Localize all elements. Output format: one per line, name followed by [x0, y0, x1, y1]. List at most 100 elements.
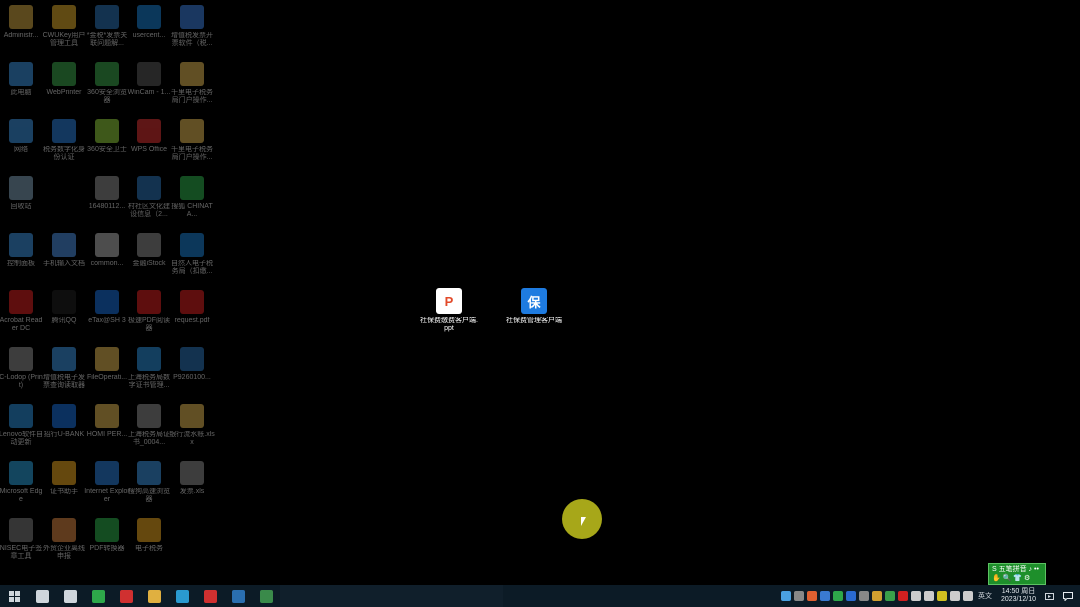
- clock[interactable]: 14:50 周日 2023/12/10: [1001, 588, 1036, 604]
- desktop-icon[interactable]: 证书助手: [43, 461, 85, 496]
- desktop-icon[interactable]: PDF转换器: [86, 518, 128, 553]
- desktop-icon[interactable]: 发票.xls: [171, 461, 213, 496]
- desktop-icon[interactable]: WinCam - 1...: [128, 62, 170, 97]
- desktop-app-icon: [95, 176, 119, 200]
- desktop-icon[interactable]: 增值税发票开票软件（税...: [171, 5, 213, 48]
- desktop-icon[interactable]: [43, 176, 85, 203]
- desktop-icon[interactable]: 搜狗高速浏览器: [128, 461, 170, 504]
- tray-app-icon[interactable]: [807, 591, 818, 601]
- desktop-icon[interactable]: request.pdf: [171, 290, 213, 325]
- desktop-icon[interactable]: Administr...: [0, 5, 42, 40]
- desktop-icon[interactable]: Microsoft Edge: [0, 461, 42, 504]
- wechat-tray-icon[interactable]: [833, 591, 844, 601]
- desktop-icon[interactable]: 16480112...: [86, 176, 128, 211]
- desktop-icon[interactable]: WPS Office: [128, 119, 170, 154]
- wechat-icon[interactable]: [84, 585, 112, 607]
- desktop-icon[interactable]: 电子税务: [128, 518, 170, 553]
- desktop-icon[interactable]: P9260100...: [171, 347, 213, 382]
- tray-app-icon[interactable]: [859, 591, 870, 601]
- desktop-icon[interactable]: NISEC电子签章工具: [0, 518, 42, 561]
- desktop-icon[interactable]: eTax@SH 3: [86, 290, 128, 325]
- tray-app-icon[interactable]: [937, 591, 948, 601]
- desktop-icon-label: 控制面板: [7, 260, 35, 267]
- app-icon[interactable]: [252, 585, 280, 607]
- network-icon[interactable]: [950, 591, 961, 601]
- desktop-icon[interactable]: 增值税电子发票查询读取器: [43, 347, 85, 390]
- desktop-icon[interactable]: Lenovo软件自动更新: [0, 404, 43, 447]
- input-language-indicator[interactable]: 英文: [978, 591, 992, 601]
- desktop-icon[interactable]: HOMI PER...: [86, 404, 128, 439]
- desktop-icon[interactable]: *金税*发票关联问题解...: [86, 5, 128, 48]
- desktop-icon[interactable]: 控制面板: [0, 233, 42, 268]
- desktop-icon[interactable]: 千里电子税务局门户操作...: [171, 62, 213, 105]
- desktop: Administr... CWUKey用户管理工具 *金税*发票关联问题解... us…: [0, 0, 1080, 585]
- desktop-icon[interactable]: P 社保费缴费客户端.ppt: [420, 288, 478, 333]
- desktop-icon[interactable]: 上海税务局数字证书管理...: [128, 347, 170, 390]
- tray-app-icon[interactable]: [898, 591, 909, 601]
- desktop-app-icon: [9, 347, 33, 371]
- desktop-icon-label: 社保费管理客户端: [506, 317, 562, 324]
- tray-app-icon[interactable]: [872, 591, 883, 601]
- edge-icon[interactable]: [168, 585, 196, 607]
- tray-app-icon[interactable]: [846, 591, 857, 601]
- desktop-icon-label: 招行U-BANK: [43, 431, 85, 438]
- desktop-icon[interactable]: 360安全卫士: [86, 119, 128, 154]
- desktop-icon[interactable]: 上海税务局证书_0004...: [128, 404, 170, 447]
- desktop-app-icon: [52, 404, 76, 428]
- desktop-icon-label: 网络: [14, 146, 28, 153]
- tray-app-icon[interactable]: [911, 591, 922, 601]
- desktop-icon[interactable]: 此电脑: [0, 62, 42, 97]
- desktop-icon[interactable]: usercent...: [128, 5, 170, 40]
- desktop-icon-label: HOMI PER...: [86, 431, 128, 438]
- windows-start-icon[interactable]: [0, 585, 28, 607]
- onedrive-icon[interactable]: [781, 591, 792, 601]
- desktop-icon-label: eTax@SH 3: [88, 317, 126, 324]
- wps-icon[interactable]: [112, 585, 140, 607]
- desktop-icon[interactable]: 腾讯QQ: [43, 290, 85, 325]
- desktop-icon[interactable]: Internet Explorer: [84, 461, 130, 504]
- desktop-icon[interactable]: WebPrinter: [43, 62, 85, 97]
- mouse-cursor-icon: [581, 517, 586, 526]
- desktop-icon[interactable]: 网络: [0, 119, 42, 154]
- usb-icon[interactable]: [924, 591, 935, 601]
- desktop-icon[interactable]: 千里电子税务局门户操作...: [171, 119, 213, 162]
- desktop-icon[interactable]: common...: [86, 233, 128, 268]
- desktop-icon[interactable]: CWUKey用户管理工具: [43, 5, 85, 48]
- desktop-icon[interactable]: 招行U-BANK: [43, 404, 85, 439]
- wps-office-icon[interactable]: [196, 585, 224, 607]
- desktop-icon[interactable]: C-Lodop (Print): [0, 347, 43, 390]
- wechat-icon: [91, 589, 105, 603]
- desktop-icon[interactable]: 360安全浏览器: [86, 62, 128, 105]
- desktop-icon[interactable]: 税务数字化身份认证: [43, 119, 85, 162]
- desktop-icon[interactable]: Acrobat Reader DC: [0, 290, 42, 333]
- file-explorer-icon[interactable]: [140, 585, 168, 607]
- desktop-icon[interactable]: 自然人电子税务局（扣缴...: [171, 233, 213, 276]
- desktop-icon[interactable]: 搜狐 CHINATA...: [171, 176, 213, 219]
- desktop-icon[interactable]: 极速PDF阅读器: [128, 290, 170, 333]
- tray-app-icon[interactable]: [820, 591, 831, 601]
- security-icon[interactable]: [885, 591, 896, 601]
- desktop-icon[interactable]: 保社保费管理客户端: [505, 288, 563, 325]
- ime-toolbar[interactable]: S 五笔拼音 ♪ •• ✋ 🔍 👕 ⚙: [988, 563, 1046, 585]
- desktop-icon-label: CWUKey用户管理工具: [42, 32, 86, 47]
- desktop-icon[interactable]: 外贸企业离线申报: [43, 518, 85, 561]
- show-desktop-icon[interactable]: [1042, 585, 1056, 607]
- clock-time: 14:50 周日: [1001, 588, 1036, 595]
- clock-date: 2023/12/10: [1000, 596, 1036, 603]
- desktop-icon[interactable]: 银行流水账.xlsx: [169, 404, 215, 447]
- desktop-icon[interactable]: 村社区文化建设信息（2...: [128, 176, 170, 219]
- remote-icon[interactable]: [224, 585, 252, 607]
- desktop-icon-label: NISEC电子签章工具: [0, 545, 43, 560]
- desktop-app-icon: [180, 176, 204, 200]
- volume-icon[interactable]: [963, 591, 974, 601]
- search-icon[interactable]: [56, 585, 84, 607]
- task-view-icon[interactable]: [28, 585, 56, 607]
- desktop-icon[interactable]: 金融iStock: [128, 233, 170, 268]
- desktop-icon[interactable]: 手机输入文档: [43, 233, 85, 268]
- desktop-app-icon: [137, 347, 161, 371]
- desktop-icon[interactable]: FileOperati...: [86, 347, 128, 382]
- notification-icon[interactable]: [1056, 585, 1080, 607]
- desktop-icon-label: Lenovo软件自动更新: [0, 431, 43, 446]
- tray-app-icon[interactable]: [794, 591, 805, 601]
- desktop-icon[interactable]: 回收站: [0, 176, 42, 211]
